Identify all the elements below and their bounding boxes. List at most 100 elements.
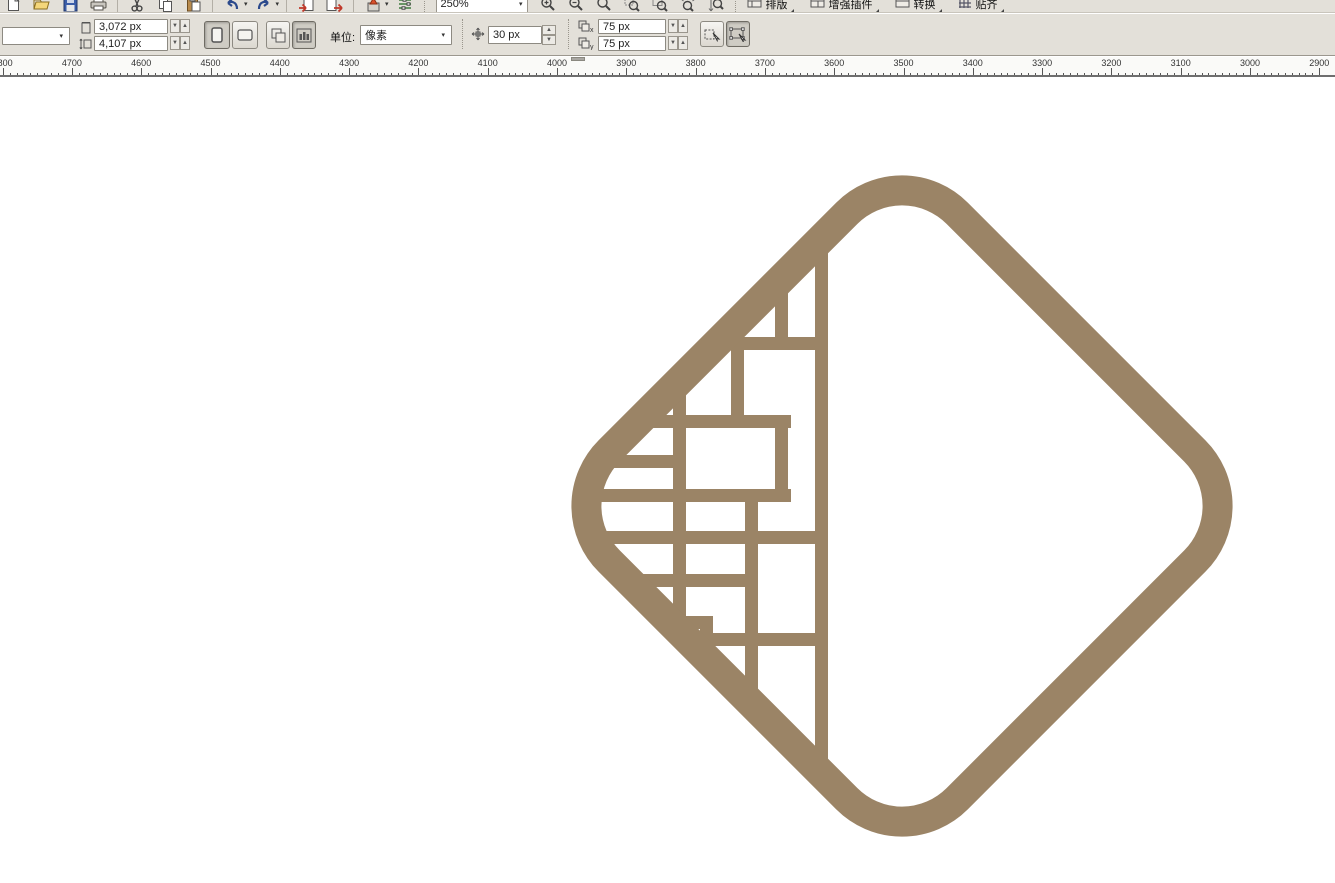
ruler-major-tick bbox=[3, 68, 4, 75]
ruler-major-tick bbox=[973, 68, 974, 75]
ruler-major-tick bbox=[1042, 68, 1043, 75]
ruler-minor-tick bbox=[321, 73, 322, 75]
units-combo[interactable]: 像素 ▾ bbox=[360, 25, 452, 45]
ruler-minor-tick bbox=[301, 73, 302, 75]
zoom-out-icon[interactable] bbox=[566, 0, 586, 13]
nudge-distance-field[interactable]: 30 px bbox=[488, 26, 542, 44]
nudge-spinner[interactable]: ▲▼ bbox=[542, 25, 556, 45]
zoom-in-icon[interactable] bbox=[538, 0, 558, 13]
cut-icon[interactable] bbox=[127, 0, 147, 13]
drawing-canvas[interactable] bbox=[0, 79, 1335, 883]
toolbar-button-convert[interactable]: 转换 bbox=[889, 0, 942, 13]
spinner-up-icon[interactable]: ▲ bbox=[678, 19, 688, 33]
ruler-minor-tick bbox=[308, 73, 309, 75]
spinner-up-icon[interactable]: ▲ bbox=[180, 36, 190, 50]
export-icon[interactable] bbox=[324, 0, 344, 13]
spinner-down-icon[interactable]: ▼ bbox=[668, 19, 678, 33]
toolbar-button-plugins[interactable]: 增强插件 bbox=[804, 0, 879, 13]
units-combo-arrow: ▾ bbox=[441, 31, 445, 39]
ruler-minor-tick bbox=[668, 73, 669, 75]
ruler-label: 3600 bbox=[824, 58, 844, 68]
print-icon[interactable] bbox=[88, 0, 108, 13]
ruler-minor-tick bbox=[897, 73, 898, 75]
zoom-actual-size-icon[interactable] bbox=[594, 0, 614, 13]
duplicate-y-spinner[interactable]: ▼▲ bbox=[668, 36, 688, 50]
ruler-minor-tick bbox=[606, 73, 607, 75]
spinner-down-icon[interactable]: ▼ bbox=[542, 35, 556, 45]
undo-dropdown-arrow[interactable]: ▾ bbox=[244, 0, 248, 8]
paste-icon[interactable] bbox=[183, 0, 203, 13]
zoom-level-combo[interactable]: 250% ▾ bbox=[436, 0, 528, 13]
ruler-minor-tick bbox=[980, 73, 981, 75]
open-document-icon[interactable] bbox=[32, 0, 52, 13]
copy-icon[interactable] bbox=[155, 0, 175, 13]
page-width-field[interactable]: 3,072 px bbox=[94, 19, 168, 34]
page-size-combo[interactable]: ▾ bbox=[2, 27, 70, 45]
duplicate-distance-y-field[interactable]: 75 px bbox=[598, 36, 666, 51]
ruler-minor-tick bbox=[127, 73, 128, 75]
ruler-minor-tick bbox=[294, 73, 295, 75]
lattice-vertical-bar bbox=[731, 337, 744, 428]
ruler-minor-tick bbox=[578, 73, 579, 75]
page-height-field[interactable]: 4,107 px bbox=[94, 36, 168, 51]
toolbar-button-snap[interactable]: 贴齐 bbox=[952, 0, 1004, 13]
options-icon[interactable] bbox=[395, 0, 415, 13]
landscape-orientation-button[interactable] bbox=[232, 21, 258, 49]
box-selection-mode-button[interactable] bbox=[726, 21, 750, 47]
save-icon[interactable] bbox=[60, 0, 80, 13]
spinner-up-icon[interactable]: ▲ bbox=[542, 25, 556, 35]
ruler-minor-tick bbox=[93, 73, 94, 75]
treat-as-filled-button[interactable] bbox=[700, 21, 724, 47]
flyout-corner-arrow bbox=[790, 9, 794, 13]
horizontal-ruler[interactable]: 4800470046004500440043004200410040003900… bbox=[0, 57, 1335, 77]
import-icon[interactable] bbox=[296, 0, 316, 13]
ruler-minor-tick bbox=[37, 73, 38, 75]
zoom-to-selection-icon[interactable] bbox=[622, 0, 642, 13]
lattice-vertical-bar bbox=[745, 489, 758, 544]
redo-icon[interactable] bbox=[254, 0, 274, 13]
ruler-minor-tick bbox=[460, 73, 461, 75]
ruler-minor-tick bbox=[356, 73, 357, 75]
ruler-minor-tick bbox=[79, 73, 80, 75]
flyout-corner-arrow bbox=[938, 9, 942, 13]
spinner-up-icon[interactable]: ▲ bbox=[180, 19, 190, 33]
spinner-down-icon[interactable]: ▼ bbox=[668, 36, 678, 50]
lattice-diamond-logo[interactable] bbox=[0, 79, 1335, 883]
ruler-minor-tick bbox=[162, 73, 163, 75]
duplicate-distance-x-field[interactable]: 75 px bbox=[598, 19, 666, 34]
set-size-current-page-button[interactable] bbox=[292, 21, 316, 49]
toolbar-button-layout[interactable]: 排版 bbox=[741, 0, 794, 13]
ruler-minor-tick bbox=[134, 73, 135, 75]
ruler-minor-tick bbox=[1021, 73, 1022, 75]
ruler-label: 4400 bbox=[270, 58, 290, 68]
zoom-to-page-height-icon[interactable] bbox=[706, 0, 726, 13]
page-width-spinner[interactable]: ▼▲ bbox=[170, 19, 190, 33]
ruler-minor-tick bbox=[786, 73, 787, 75]
ruler-minor-tick bbox=[1146, 73, 1147, 75]
spinner-up-icon[interactable]: ▲ bbox=[678, 36, 688, 50]
ruler-major-tick bbox=[349, 68, 350, 75]
ruler-minor-tick bbox=[363, 73, 364, 75]
duplicate-x-spinner[interactable]: ▼▲ bbox=[668, 19, 688, 33]
diamond-outline[interactable] bbox=[554, 158, 1250, 854]
undo-icon[interactable] bbox=[222, 0, 242, 13]
ruler-minor-tick bbox=[758, 73, 759, 75]
snap-grid-icon bbox=[958, 0, 972, 12]
set-size-all-pages-button[interactable] bbox=[266, 21, 290, 49]
ruler-minor-tick bbox=[924, 73, 925, 75]
new-document-icon[interactable] bbox=[4, 0, 24, 13]
ruler-minor-tick bbox=[204, 73, 205, 75]
zoom-combo-arrow: ▾ bbox=[519, 0, 523, 8]
ruler-label: 3100 bbox=[1171, 58, 1191, 68]
launcher-dropdown-arrow[interactable]: ▾ bbox=[385, 0, 389, 8]
application-launcher-icon[interactable] bbox=[363, 0, 383, 13]
page-height-spinner[interactable]: ▼▲ bbox=[170, 36, 190, 50]
ruler-minor-tick bbox=[114, 73, 115, 75]
portrait-orientation-button[interactable] bbox=[204, 21, 230, 49]
zoom-to-all-icon[interactable] bbox=[650, 0, 670, 13]
zoom-to-page-width-icon[interactable] bbox=[678, 0, 698, 13]
redo-dropdown-arrow[interactable]: ▾ bbox=[276, 0, 280, 8]
spinner-down-icon[interactable]: ▼ bbox=[170, 36, 180, 50]
ruler-minor-tick bbox=[1014, 73, 1015, 75]
spinner-down-icon[interactable]: ▼ bbox=[170, 19, 180, 33]
